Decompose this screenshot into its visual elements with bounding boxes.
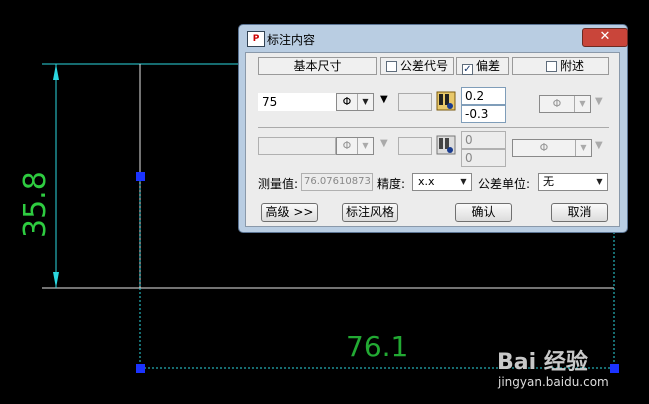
watermark-url: jingyan.baidu.com [498, 375, 609, 389]
upper-deviation-input-2[interactable]: 0 [461, 131, 506, 149]
watermark-logo: Bai 经验 [497, 350, 588, 375]
attached-phi-select[interactable]: Φ ▼ [539, 95, 591, 113]
tolerance-table-icon[interactable] [436, 91, 456, 111]
attached-checkbox[interactable] [546, 61, 557, 72]
precision-value: x.x [418, 175, 435, 188]
dropdown-arrow-icon[interactable]: ▼ [595, 96, 603, 107]
basic-size-input-2[interactable] [258, 137, 336, 155]
arrow-up-icon [53, 64, 59, 80]
phi-symbol-value: Φ [342, 95, 352, 108]
tolerance-unit-value: 无 [543, 175, 554, 188]
precision-label: 精度: [377, 177, 406, 191]
tolerance-code-input[interactable] [398, 93, 432, 111]
tolerance-unit-select[interactable]: 无 ▼ [538, 173, 608, 191]
advanced-button[interactable]: 高级 >> [261, 203, 318, 222]
upper-deviation-input[interactable]: 0.2 [461, 87, 506, 105]
lower-deviation-input[interactable]: -0.3 [461, 105, 506, 123]
horizontal-dimension-text: 76.1 [346, 330, 409, 363]
row-separator [258, 127, 609, 128]
ok-button[interactable]: 确认 [455, 203, 512, 222]
deviation-label: 偏差 [476, 59, 501, 73]
deviation-checkbox[interactable]: ✓ [462, 64, 473, 75]
chevron-down-icon: ▼ [575, 140, 591, 156]
cancel-button[interactable]: 取消 [551, 203, 608, 222]
lower-deviation-input-2[interactable]: 0 [461, 149, 506, 167]
dialog-body: 基本尺寸 公差代号 ✓ 偏差 附述 75 Φ ▼ ▼ 0.2 -0.3 Φ ▼ ▼ Φ [245, 52, 620, 227]
dropdown-arrow-icon[interactable]: ▼ [380, 138, 388, 149]
attached-phi-select-2[interactable]: Φ ▼ [512, 139, 592, 157]
tolerance-table-icon[interactable] [436, 135, 456, 155]
measured-value-field: 76.07610873 [301, 173, 373, 191]
dimension-style-button[interactable]: 标注风格 [342, 203, 398, 222]
grip-point[interactable] [136, 364, 145, 373]
deviation-checkbox-group[interactable]: ✓ 偏差 [456, 57, 509, 75]
app-logo-icon: P [247, 31, 265, 47]
tolerance-code-label: 公差代号 [400, 59, 449, 73]
tolerance-code-checkbox-group[interactable]: 公差代号 [380, 57, 454, 75]
dialog-titlebar[interactable]: P 标注内容 ✕ [243, 28, 628, 48]
dropdown-arrow-icon[interactable]: ▼ [595, 140, 603, 151]
attached-label: 附述 [560, 59, 585, 73]
tolerance-code-input-2[interactable] [398, 137, 432, 155]
chevron-down-icon: ▼ [574, 96, 590, 112]
tolerance-unit-label: 公差单位: [478, 177, 531, 191]
dimension-content-dialog: P 标注内容 ✕ 基本尺寸 公差代号 ✓ 偏差 附述 75 Φ ▼ ▼ 0.2 -0… [238, 24, 628, 233]
grip-point[interactable] [610, 364, 619, 373]
chevron-down-icon: ▼ [460, 177, 467, 186]
basic-size-input[interactable]: 75 [258, 93, 336, 111]
phi-symbol-value-2: Φ [342, 139, 352, 152]
chevron-down-icon: ▼ [357, 94, 373, 110]
measured-value-label: 测量值: [258, 177, 299, 191]
attached-phi-value: Φ [552, 97, 562, 110]
tolerance-code-checkbox[interactable] [386, 61, 397, 72]
close-button[interactable]: ✕ [582, 28, 628, 47]
phi-symbol-select[interactable]: Φ ▼ [336, 93, 374, 111]
precision-select[interactable]: x.x ▼ [412, 173, 472, 191]
chevron-down-icon: ▼ [357, 138, 373, 154]
dialog-title: 标注内容 [267, 33, 316, 47]
vertical-dimension-text: 35.8 [18, 171, 53, 238]
chevron-down-icon: ▼ [596, 177, 603, 186]
basic-size-header: 基本尺寸 [258, 57, 377, 75]
grip-point[interactable] [136, 172, 145, 181]
attached-checkbox-group[interactable]: 附述 [512, 57, 609, 75]
attached-phi-value-2: Φ [539, 141, 549, 154]
phi-symbol-select-2[interactable]: Φ ▼ [336, 137, 374, 155]
arrow-down-icon [53, 272, 59, 288]
dropdown-arrow-icon[interactable]: ▼ [380, 94, 388, 105]
